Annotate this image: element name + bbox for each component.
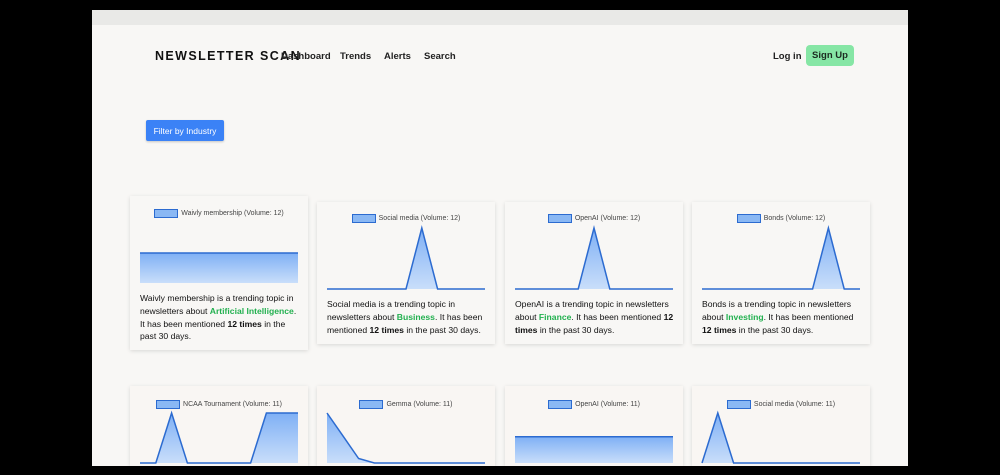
- trend-chart: [702, 225, 860, 290]
- nav-alerts[interactable]: Alerts: [384, 51, 411, 62]
- mention-count: 12 times: [369, 324, 404, 335]
- trend-description: Bonds is a trending topic in newsletters…: [702, 298, 862, 336]
- chart-area: [515, 228, 673, 289]
- signup-button[interactable]: Sign Up: [806, 45, 854, 66]
- browser-window: NEWSLETTER SCAN Dashboard Trends Alerts …: [92, 10, 908, 466]
- industry-link[interactable]: Artificial Intelligence: [210, 306, 294, 316]
- trend-description: Waivly membership is a trending topic in…: [140, 292, 300, 343]
- mention-count: 12 times: [227, 318, 262, 329]
- nav-trends[interactable]: Trends: [340, 51, 371, 62]
- trend-card[interactable]: OpenAI (Volume: 11): [505, 386, 683, 466]
- trend-card[interactable]: NCAA Tournament (Volume: 11): [130, 386, 308, 466]
- desc-text: . It has been mentioned: [571, 311, 664, 322]
- trend-card[interactable]: Gemma (Volume: 11): [317, 386, 495, 466]
- trend-chart: [326, 412, 485, 464]
- trend-chart: [515, 225, 673, 290]
- filter-by-industry-button[interactable]: Filter by Industry: [146, 120, 224, 141]
- nav-dashboard[interactable]: Dashboard: [281, 51, 331, 62]
- trend-chart: [140, 410, 298, 464]
- trend-chart: [701, 410, 860, 464]
- desc-text: in the past 30 days.: [736, 324, 814, 335]
- nav-search[interactable]: Search: [424, 51, 456, 62]
- chart-line: [327, 225, 485, 290]
- industry-link[interactable]: Business: [397, 312, 435, 322]
- trend-description: OpenAI is a trending topic in newsletter…: [515, 298, 675, 336]
- trend-chart: [140, 252, 298, 283]
- brand-logo[interactable]: NEWSLETTER SCAN: [155, 49, 301, 63]
- desc-text: in the past 30 days.: [403, 324, 481, 335]
- chart-area: [515, 436, 673, 463]
- industry-link[interactable]: Investing: [726, 312, 764, 322]
- topic-name: Social media: [327, 299, 377, 309]
- mention-count: 12 times: [702, 324, 737, 335]
- browser-top-bar: [92, 10, 908, 25]
- trend-chart: [327, 225, 485, 290]
- trend-card[interactable]: Bonds (Volume: 12) Bonds is a trending t…: [692, 202, 870, 344]
- trend-card[interactable]: Waivly membership (Volume: 12) Waivly me…: [130, 196, 308, 350]
- trend-description: Social media is a trending topic in news…: [327, 298, 487, 336]
- trend-card[interactable]: Social media (Volume: 12) Social media i…: [317, 202, 495, 344]
- chart-area: [327, 228, 485, 289]
- chart-area: [140, 253, 298, 283]
- trend-card[interactable]: Social media (Volume: 11): [692, 386, 870, 466]
- topic-name: Waivly membership: [140, 293, 215, 303]
- industry-link[interactable]: Finance: [539, 312, 571, 322]
- topic-name: OpenAI: [515, 299, 545, 309]
- topic-name: Bonds: [702, 299, 727, 309]
- login-link[interactable]: Log in: [773, 51, 802, 62]
- desc-text: in the past 30 days.: [537, 324, 615, 335]
- trend-card[interactable]: OpenAI (Volume: 12) OpenAI is a trending…: [505, 202, 683, 344]
- desc-text: . It has been mentioned: [763, 311, 854, 322]
- chart-area: [327, 413, 485, 463]
- trend-chart: [515, 436, 673, 463]
